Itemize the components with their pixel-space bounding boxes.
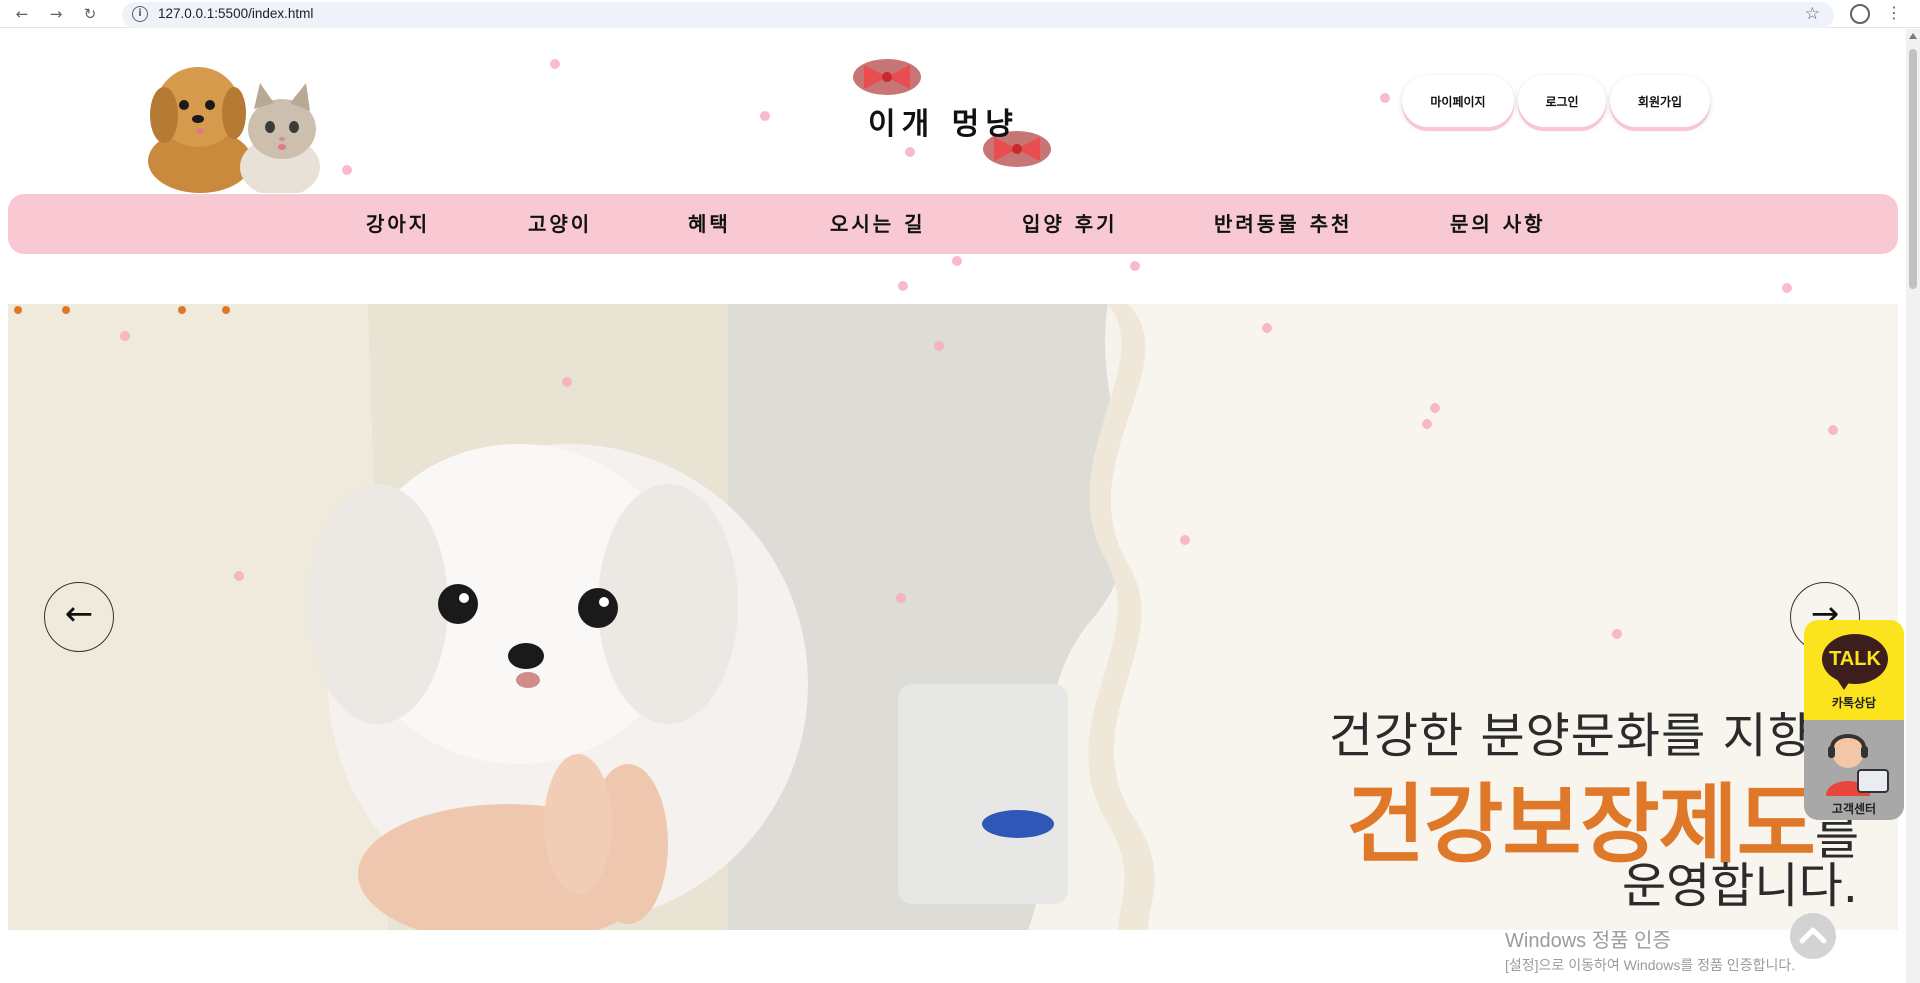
petal-decoration	[342, 165, 352, 175]
forward-icon[interactable]: →	[46, 4, 66, 24]
nav-item-dog[interactable]: 강아지	[366, 194, 430, 254]
reload-icon[interactable]: ↻	[80, 4, 100, 24]
petal-decoration	[234, 571, 244, 581]
petal-decoration	[1828, 425, 1838, 435]
petal-decoration	[1782, 283, 1792, 293]
login-button[interactable]: 로그인	[1518, 75, 1606, 127]
page: 이개 멍냥 마이페이지 로그인 회원가입 강아지 고양이 혜택 오시는 길 입양…	[0, 29, 1906, 983]
petal-decoration	[1612, 629, 1622, 639]
kakao-chat-button[interactable]: TALK 카톡상담	[1804, 620, 1904, 720]
mypage-button[interactable]: 마이페이지	[1402, 75, 1514, 127]
petal-decoration	[952, 256, 962, 266]
pets-logo-image[interactable]	[138, 43, 348, 193]
petal-decoration	[1262, 323, 1272, 333]
nav-item-reviews[interactable]: 입양 후기	[1022, 194, 1118, 254]
kakao-bubble-tail	[1836, 678, 1852, 690]
scroll-to-top-button[interactable]	[1790, 913, 1836, 959]
address-url[interactable]: 127.0.0.1:5500/index.html	[158, 6, 313, 21]
bow-decoration-icon	[853, 59, 921, 95]
nav-item-cat[interactable]: 고양이	[528, 194, 592, 254]
petal-decoration	[896, 593, 906, 603]
petal-decoration	[1380, 93, 1390, 103]
windows-activation-subtitle: [설정]으로 이동하여 Windows를 정품 인증합니다.	[1505, 957, 1796, 973]
browser-toolbar: ← → ↻ i 127.0.0.1:5500/index.html ☆ ⋮	[0, 0, 1920, 28]
customer-center-button[interactable]: 고객센터	[1804, 720, 1904, 820]
petal-decoration	[934, 341, 944, 351]
kakao-talk-icon: TALK	[1822, 634, 1888, 684]
petal-decoration	[1430, 403, 1440, 413]
petal-decoration	[1422, 419, 1432, 429]
scrollbar-thumb[interactable]	[1909, 49, 1917, 289]
hero-headline-line3: 운영합니다.	[1621, 858, 1858, 914]
address-bar[interactable]: i 127.0.0.1:5500/index.html ☆	[122, 2, 1834, 28]
nav-item-directions[interactable]: 오시는 길	[830, 194, 926, 254]
page-scrollbar[interactable]	[1906, 29, 1920, 983]
petal-decoration	[550, 59, 560, 69]
main-nav: 강아지 고양이 혜택 오시는 길 입양 후기 반려동물 추천 문의 사항	[8, 194, 1898, 254]
petal-decoration	[898, 281, 908, 291]
profile-icon[interactable]	[1850, 4, 1870, 24]
nav-item-recommend[interactable]: 반려동물 추천	[1214, 194, 1352, 254]
slider-prev-button[interactable]: ←	[44, 582, 114, 652]
nav-item-inquiry[interactable]: 문의 사항	[1450, 194, 1546, 254]
decorative-dots	[14, 306, 230, 314]
hero-banner[interactable]: 건강한 분양문화를 지향하 건강보장제도를 운영합니다.	[8, 304, 1898, 930]
windows-activation-title: Windows 정품 인증	[1505, 930, 1671, 952]
customer-center-label: 고객센터	[1831, 802, 1877, 816]
petal-decoration	[120, 331, 130, 341]
petal-decoration	[1130, 261, 1140, 271]
petal-decoration	[760, 111, 770, 121]
site-title[interactable]: 이개 멍냥	[868, 99, 1019, 143]
bookmark-star-icon[interactable]: ☆	[1805, 4, 1820, 24]
chevron-up-icon	[1799, 927, 1827, 944]
scroll-up-arrow[interactable]	[1909, 33, 1917, 39]
account-buttons: 마이페이지 로그인 회원가입	[1402, 75, 1710, 127]
signup-button[interactable]: 회원가입	[1610, 75, 1710, 127]
info-icon[interactable]: i	[132, 6, 148, 22]
kakao-chat-label: 카톡상담	[1831, 696, 1877, 710]
windows-activation-watermark: Windows 정품 인증 [설정]으로 이동하여 Windows를 정품 인증…	[1505, 924, 1795, 975]
petal-decoration	[1180, 535, 1190, 545]
back-icon[interactable]: ←	[12, 4, 32, 24]
menu-kebab-icon[interactable]: ⋮	[1886, 3, 1902, 22]
petal-decoration	[562, 377, 572, 387]
headset-agent-icon	[1826, 734, 1889, 796]
nav-item-benefits[interactable]: 혜택	[688, 194, 731, 254]
petal-decoration	[905, 147, 915, 157]
